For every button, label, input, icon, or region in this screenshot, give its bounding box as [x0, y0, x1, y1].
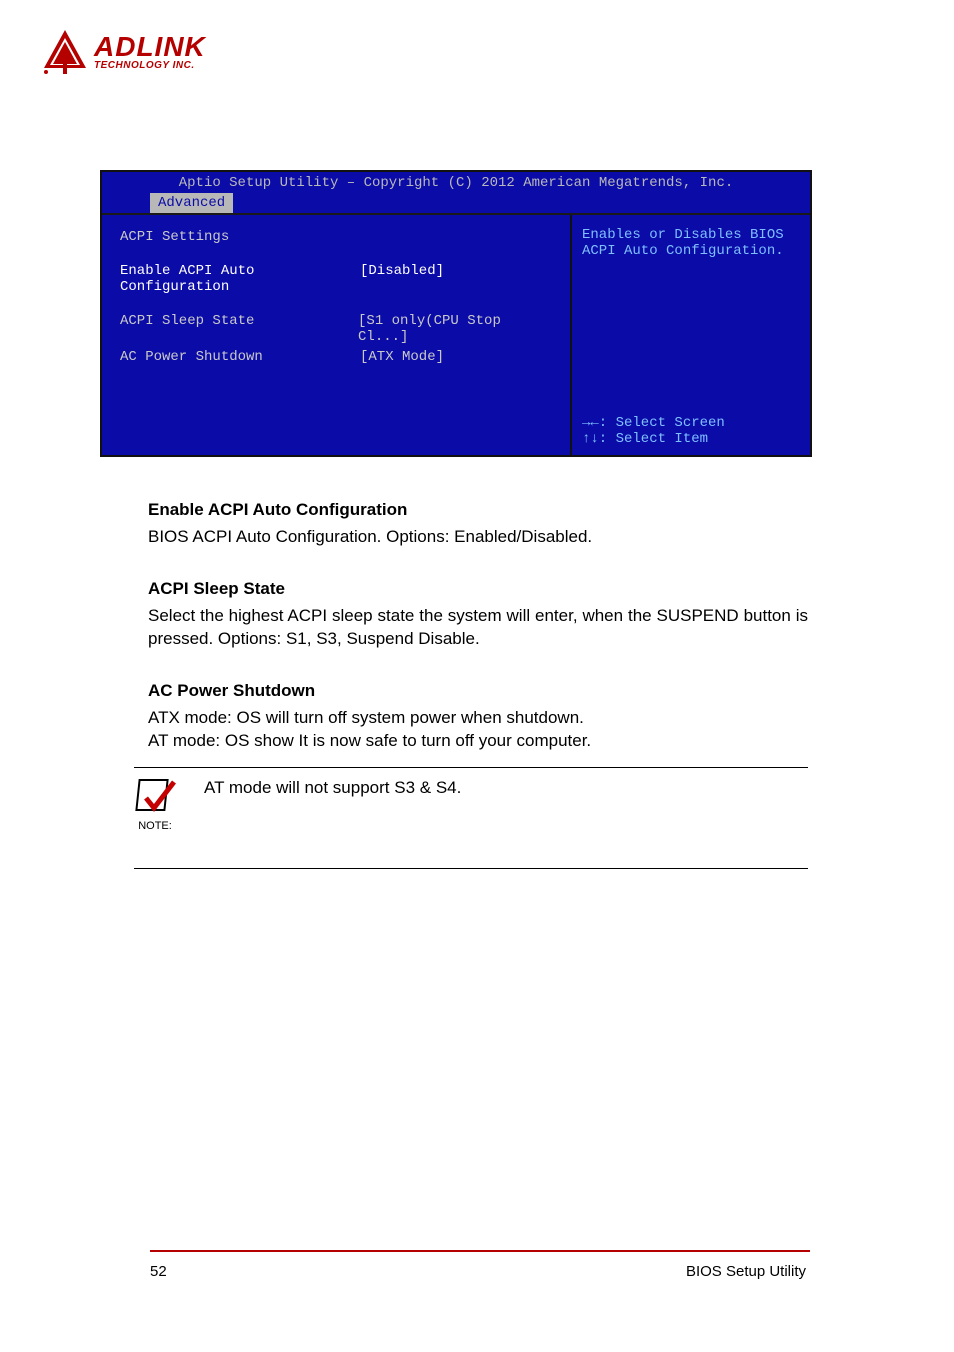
note-checkmark-icon	[134, 776, 176, 818]
bios-row: ACPI Sleep State [S1 only(CPU Stop Cl...…	[120, 313, 558, 345]
section-text: BIOS ACPI Auto Configuration. Options: E…	[148, 526, 808, 549]
section-text: ATX mode: OS will turn off system power …	[148, 707, 808, 753]
bios-header: Aptio Setup Utility – Copyright (C) 2012…	[102, 172, 810, 191]
bios-screenshot: Aptio Setup Utility – Copyright (C) 2012…	[100, 170, 812, 457]
section-heading: ACPI Sleep State	[148, 579, 808, 599]
logo-title: ADLINK	[94, 33, 206, 61]
note-text: AT mode will not support S3 & S4.	[204, 776, 461, 798]
footer-title: BIOS Setup Utility	[686, 1263, 806, 1280]
section-text: Select the highest ACPI sleep state the …	[148, 605, 808, 651]
bios-help-panel: Enables or Disables BIOS ACPI Auto Confi…	[570, 215, 810, 455]
adlink-logo-icon	[42, 28, 88, 76]
bios-key-hint: ↑↓: Select Item	[582, 431, 800, 447]
bios-row-label: ACPI Sleep State	[120, 313, 358, 345]
page-number: 52	[150, 1263, 167, 1280]
bios-row-value: [ATX Mode]	[360, 349, 444, 365]
bios-row-label: AC Power Shutdown	[120, 349, 360, 365]
document-body: Enable ACPI Auto Configuration BIOS ACPI…	[148, 500, 808, 869]
bios-row: Enable ACPI Auto Configuration [Disabled…	[120, 263, 558, 295]
bios-row-label: Enable ACPI Auto Configuration	[120, 263, 360, 295]
bios-key-hints: →←: Select Screen ↑↓: Select Item	[582, 414, 800, 447]
section-heading: Enable ACPI Auto Configuration	[148, 500, 808, 520]
bios-settings-panel: ACPI Settings Enable ACPI Auto Configura…	[102, 215, 570, 455]
bios-help-text: Enables or Disables BIOS ACPI Auto Confi…	[582, 227, 800, 259]
note-label: NOTE:	[138, 820, 172, 832]
logo-subtitle: TECHNOLOGY INC.	[94, 61, 206, 71]
footer-divider	[150, 1250, 810, 1252]
section-heading: AC Power Shutdown	[148, 681, 808, 701]
bios-row: AC Power Shutdown [ATX Mode]	[120, 349, 558, 365]
bios-key-hint: →←: Select Screen	[582, 415, 800, 431]
bios-row-value: [Disabled]	[360, 263, 444, 295]
bios-row-value: [S1 only(CPU Stop Cl...]	[358, 313, 558, 345]
company-logo: ADLINK TECHNOLOGY INC.	[42, 28, 206, 76]
bios-section-title: ACPI Settings	[120, 229, 360, 245]
note-block: NOTE: AT mode will not support S3 & S4.	[134, 767, 808, 869]
bios-tab-advanced: Advanced	[150, 193, 233, 213]
